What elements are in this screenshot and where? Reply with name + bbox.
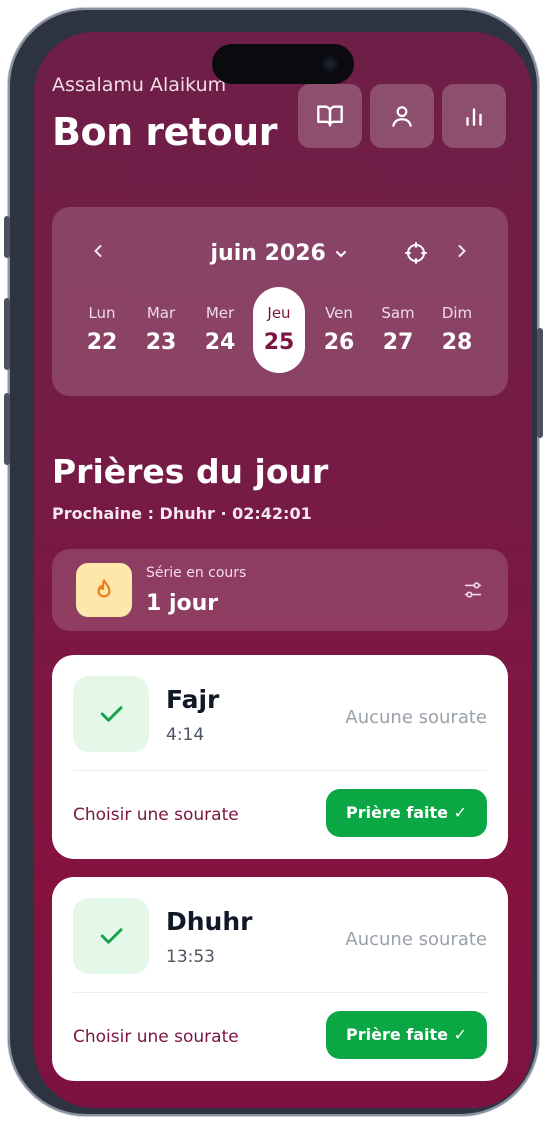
day-sat[interactable]: Sam 27 <box>372 287 424 373</box>
volume-down-button <box>4 393 10 465</box>
surah-status: Aucune sourate <box>345 707 487 728</box>
day-tue[interactable]: Mar 23 <box>135 287 187 373</box>
next-week-button[interactable] <box>452 241 472 267</box>
today-button[interactable] <box>404 241 428 271</box>
check-icon <box>100 706 123 722</box>
day-date: 23 <box>145 330 177 355</box>
check-icon <box>100 928 123 944</box>
mute-switch <box>4 216 10 258</box>
power-button <box>537 328 543 438</box>
day-name: Jeu <box>267 304 291 322</box>
day-name: Ven <box>325 304 353 322</box>
day-name: Mer <box>205 304 235 322</box>
day-name: Mar <box>146 304 176 322</box>
surah-status: Aucune sourate <box>345 929 487 950</box>
streak-value: 1 jour <box>146 591 219 616</box>
day-fri[interactable]: Ven 26 <box>313 287 365 373</box>
divider <box>73 770 487 771</box>
stats-button[interactable] <box>442 84 506 148</box>
camera-icon <box>322 56 338 72</box>
day-name: Dim <box>441 304 473 322</box>
day-thu-selected[interactable]: Jeu 25 <box>253 287 305 373</box>
choose-surah-link[interactable]: Choisir une sourate <box>73 1027 239 1047</box>
section-title: Prières du jour <box>52 452 329 491</box>
day-date: 27 <box>382 330 414 355</box>
profile-button[interactable] <box>370 84 434 148</box>
day-sun[interactable]: Dim 28 <box>431 287 483 373</box>
divider <box>73 992 487 993</box>
book-icon <box>317 105 343 127</box>
bar-chart-icon <box>466 108 482 126</box>
prayer-status-dhuhr[interactable] <box>73 898 149 974</box>
next-prayer-countdown: Prochaine : Dhuhr · 02:42:01 <box>52 504 312 523</box>
day-wed[interactable]: Mer 24 <box>194 287 246 373</box>
crosshair-icon <box>405 242 427 264</box>
sliders-icon <box>464 582 482 598</box>
chevron-down-icon <box>336 251 347 258</box>
flame-icon <box>97 579 111 598</box>
week-calendar: juin 2026 Lun 22 Mar 23 Mer 24 Jeu 25 Ven 26 … <box>52 207 508 396</box>
month-selector[interactable]: juin 2026 <box>52 241 508 266</box>
day-date: 22 <box>86 330 118 355</box>
day-date: 24 <box>204 330 236 355</box>
prayer-card-fajr: Fajr 4:14 Aucune sourate Choisir une sou… <box>52 655 508 859</box>
app-screen: Assalamu Alaikum Bon retour juin 2026 Lu… <box>34 32 532 1108</box>
choose-surah-link[interactable]: Choisir une sourate <box>73 805 239 825</box>
prayer-card-dhuhr: Dhuhr 13:53 Aucune sourate Choisir une s… <box>52 877 508 1081</box>
day-name: Sam <box>381 304 415 322</box>
prayer-name: Fajr <box>166 685 220 714</box>
day-mon[interactable]: Lun 22 <box>76 287 128 373</box>
month-label: juin 2026 <box>210 241 326 266</box>
day-date: 25 <box>263 330 295 355</box>
prayer-status-fajr[interactable] <box>73 676 149 752</box>
prayer-done-button[interactable]: Prière faite ✓ <box>326 789 487 837</box>
greeting-text: Assalamu Alaikum <box>52 74 227 96</box>
day-name: Lun <box>88 304 116 322</box>
user-icon <box>392 106 412 127</box>
volume-up-button <box>4 298 10 370</box>
filter-button[interactable] <box>462 579 484 605</box>
streak-card: Série en cours 1 jour <box>52 549 508 631</box>
prayer-done-button[interactable]: Prière faite ✓ <box>326 1011 487 1059</box>
day-date: 28 <box>441 330 473 355</box>
prayer-name: Dhuhr <box>166 907 253 936</box>
quran-button[interactable] <box>298 84 362 148</box>
prayer-time: 13:53 <box>166 947 215 967</box>
prayer-time: 4:14 <box>166 725 205 745</box>
streak-label: Série en cours <box>146 565 247 581</box>
day-date: 26 <box>323 330 355 355</box>
flame-icon-box <box>76 563 132 617</box>
chevron-right-icon <box>458 245 466 257</box>
phone-frame: Assalamu Alaikum Bon retour juin 2026 Lu… <box>4 8 543 1116</box>
dynamic-island <box>212 44 354 84</box>
page-title: Bon retour <box>52 110 277 154</box>
